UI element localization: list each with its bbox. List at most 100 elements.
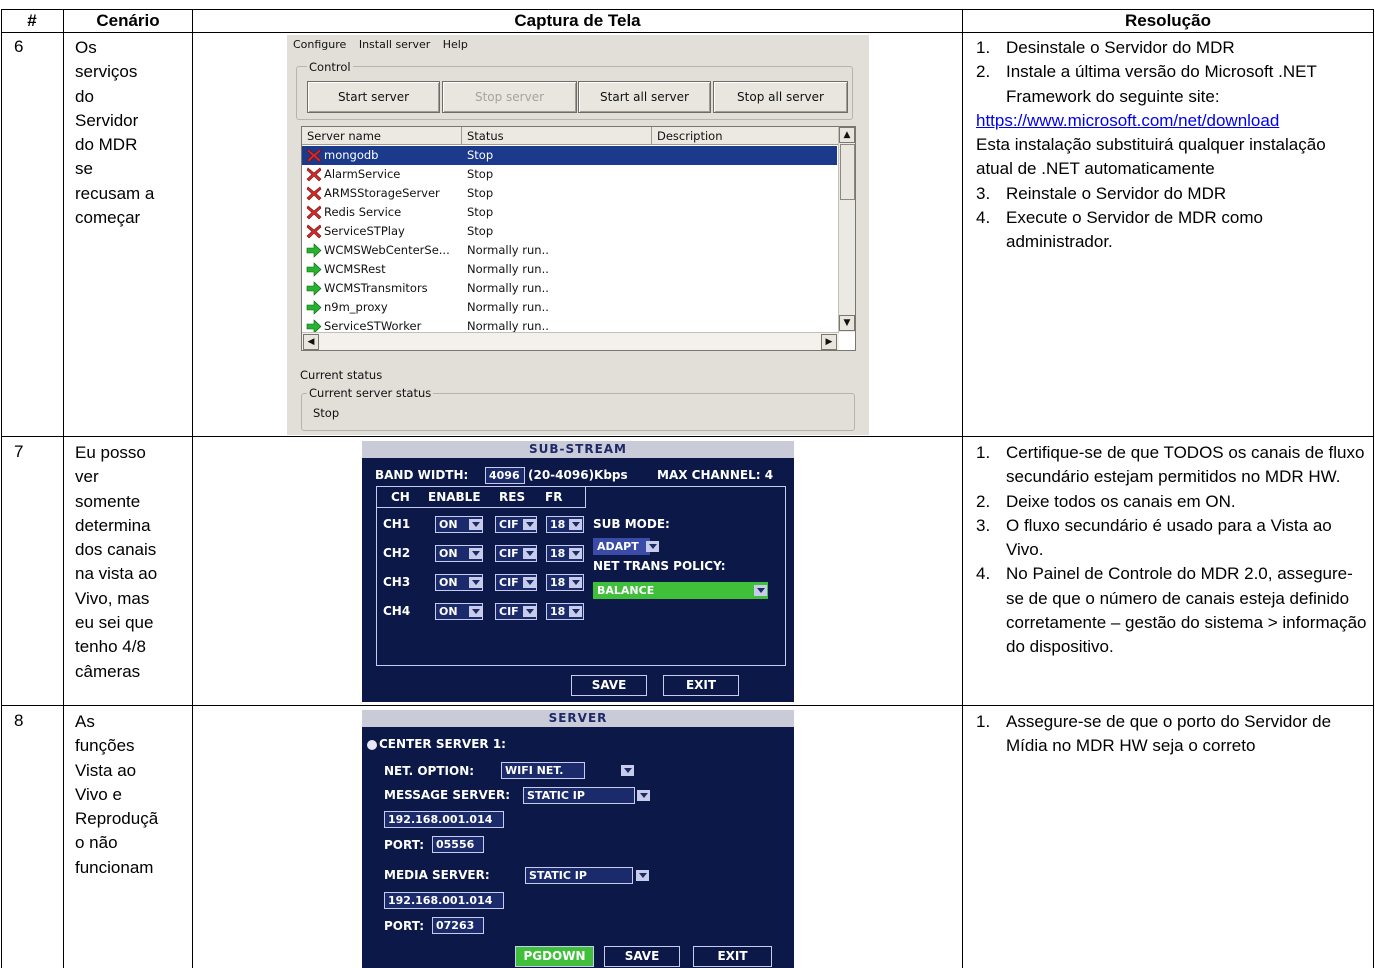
chevron-down-icon[interactable] — [469, 577, 482, 588]
server-list-row[interactable]: n9m_proxy Normally run.. — [302, 298, 837, 317]
server-list-row[interactable]: AlarmService Stop — [302, 165, 837, 184]
stop-all-server-button[interactable]: Stop all server — [713, 81, 848, 113]
server-list-row[interactable]: ServiceSTPlay Stop — [302, 222, 837, 241]
header-scenario: Cenário — [96, 11, 160, 30]
row-6-border — [1, 436, 1374, 437]
current-server-status-label: Current server status — [307, 386, 434, 400]
scroll-left-arrow-icon[interactable]: ◀ — [303, 334, 319, 350]
media-port-input[interactable]: 07263 — [432, 917, 484, 934]
row-7-step-3: 3. O fluxo secundário é usado para a Vist… — [976, 514, 1368, 563]
chevron-down-icon[interactable] — [523, 548, 536, 559]
column-description[interactable]: Description — [652, 127, 839, 145]
sub-stream-save-button[interactable]: SAVE — [571, 675, 647, 696]
stop-server-button[interactable]: Stop server — [442, 81, 577, 113]
chevron-down-icon[interactable] — [523, 577, 536, 588]
server-list-row[interactable]: Redis Service Stop — [302, 203, 837, 222]
band-width-input[interactable]: 4096 — [485, 467, 525, 484]
header-row-border — [1, 32, 1374, 33]
chevron-down-icon[interactable] — [523, 606, 536, 617]
row-8-scenario: As funções Vista ao Vivo e Reproduçã o n… — [75, 712, 159, 877]
menu-configure[interactable]: Configure — [293, 38, 346, 51]
current-status-label: Current status — [300, 368, 383, 382]
net-option-select[interactable]: WIFI NET. — [501, 762, 585, 779]
row-7-resolution: 1. Certifique-se de que TODOS os canais d… — [976, 441, 1368, 660]
column-server-name[interactable]: Server name — [302, 127, 462, 145]
step-text: Instale a última versão do Microsoft .NE… — [1006, 62, 1317, 106]
start-all-server-button[interactable]: Start all server — [578, 81, 711, 113]
server-save-button[interactable]: SAVE — [604, 946, 680, 967]
chevron-down-icon[interactable] — [637, 790, 650, 801]
row-8-number: 8 — [14, 711, 24, 730]
media-ip-input[interactable]: 192.168.001.014 — [384, 892, 504, 909]
chevron-down-icon[interactable] — [569, 606, 582, 617]
message-server-label: MESSAGE SERVER: — [384, 788, 510, 802]
server-list-row[interactable]: WCMSRest Normally run.. — [302, 260, 837, 279]
chevron-down-icon[interactable] — [569, 577, 582, 588]
server-exit-button[interactable]: EXIT — [693, 946, 772, 967]
server-list-row[interactable]: WCMSTransmitors Normally run.. — [302, 279, 837, 298]
server-list[interactable]: Server name Status Description mongodb St… — [301, 126, 856, 351]
chevron-down-icon[interactable] — [469, 606, 482, 617]
pgdown-button[interactable]: PGDOWN — [515, 946, 594, 967]
center-server-label: CENTER SERVER 1: — [379, 737, 506, 751]
chevron-down-icon[interactable] — [569, 519, 582, 530]
column-divider-1 — [63, 9, 64, 968]
sub-stream-title: SUB-STREAM — [362, 441, 794, 458]
header-resolution: Resolução — [1125, 11, 1211, 30]
chevron-down-icon[interactable] — [469, 548, 482, 559]
server-list-row[interactable]: WCMSWebCenterSe... Normally run.. — [302, 241, 837, 260]
row-7-number: 7 — [14, 442, 24, 461]
step-number: 2. — [976, 62, 991, 82]
server-name-cell: n9m_proxy — [324, 300, 388, 314]
scroll-up-arrow-icon[interactable]: ▲ — [839, 127, 855, 143]
server-name-cell: WCMSWebCenterSe... — [324, 243, 450, 257]
sub-stream-screenshot: SUB-STREAM BAND WIDTH: 4096 (20-4096)Kbp… — [362, 441, 794, 702]
server-list-row[interactable]: ARMSStorageServer Stop — [302, 184, 837, 203]
server-manager-screenshot: Configure Install server Help Control St… — [287, 35, 869, 435]
server-list-row[interactable]: mongodb Stop — [302, 146, 837, 165]
start-server-button[interactable]: Start server — [307, 81, 440, 113]
chevron-down-icon[interactable] — [523, 519, 536, 530]
chevron-down-icon[interactable] — [646, 541, 659, 552]
sub-stream-exit-button[interactable]: EXIT — [663, 675, 739, 696]
server-status-cell: Stop — [467, 186, 494, 200]
step-number: 3. — [976, 515, 991, 535]
row-8-resolution: 1. Assegure-se de que o porto do Servidor… — [976, 710, 1368, 759]
server-name-cell: WCMSTransmitors — [324, 281, 428, 295]
dotnet-download-link[interactable]: https://www.microsoft.com/net/download — [976, 111, 1279, 130]
row-6-step-2: 2. Instale a última versão do Microsoft .… — [976, 60, 1368, 109]
horizontal-scrollbar[interactable]: ◀ ▶ — [302, 332, 839, 350]
message-ip-input[interactable]: 192.168.001.014 — [384, 811, 504, 828]
menu-install-server[interactable]: Install server — [359, 38, 430, 51]
server-name-cell: ServiceSTPlay — [324, 224, 405, 238]
step-number: 1. — [976, 443, 991, 462]
server-name-cell: mongodb — [324, 148, 379, 162]
stopped-x-icon — [306, 186, 322, 201]
header-number: # — [27, 11, 37, 30]
chevron-down-icon[interactable] — [636, 870, 649, 881]
running-arrow-icon — [306, 243, 322, 258]
media-server-label: MEDIA SERVER: — [384, 868, 490, 882]
vertical-scrollbar[interactable]: ▲ ▼ — [838, 127, 855, 332]
policy-select[interactable]: BALANCE — [593, 582, 768, 599]
chevron-down-icon[interactable] — [569, 548, 582, 559]
sub-mode-label: SUB MODE: — [593, 517, 670, 531]
scroll-thumb[interactable] — [840, 144, 855, 200]
message-port-label: PORT: — [384, 838, 425, 852]
sub-mode-select[interactable]: ADAPT — [593, 538, 650, 555]
scroll-down-arrow-icon[interactable]: ▼ — [839, 315, 855, 331]
column-status[interactable]: Status — [462, 127, 652, 145]
chevron-down-icon[interactable] — [754, 585, 767, 596]
menu-help[interactable]: Help — [443, 38, 468, 51]
scroll-right-arrow-icon[interactable]: ▶ — [821, 334, 837, 350]
media-server-select[interactable]: STATIC IP — [525, 867, 633, 884]
chevron-down-icon[interactable] — [469, 519, 482, 530]
policy-label: NET TRANS POLICY: — [593, 559, 726, 573]
server-status-cell: Stop — [467, 205, 494, 219]
step-text: Deixe todos os canais em ON. — [1006, 491, 1236, 511]
chevron-down-icon[interactable] — [621, 765, 634, 776]
radio-selected-icon[interactable] — [367, 740, 377, 750]
step-number: 4. — [976, 208, 991, 228]
message-server-select[interactable]: STATIC IP — [523, 787, 635, 804]
message-port-input[interactable]: 05556 — [432, 836, 484, 853]
